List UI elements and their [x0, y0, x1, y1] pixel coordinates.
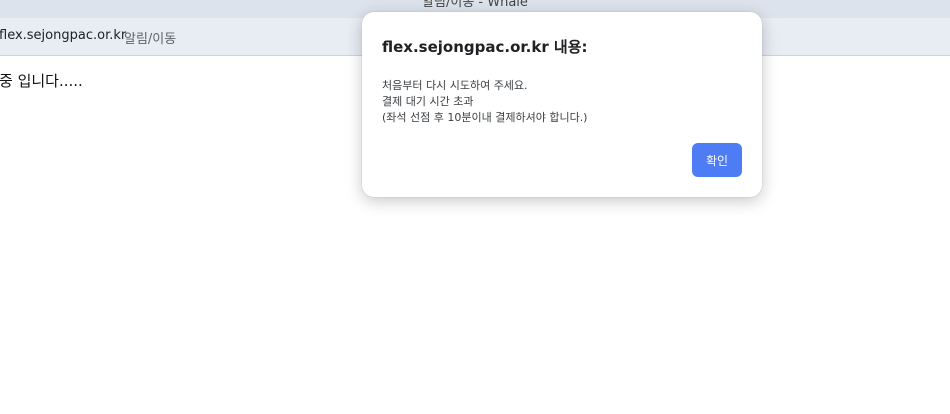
ok-button[interactable]: 확인: [692, 143, 742, 177]
dialog-message-line: 결제 대기 시간 초과: [382, 95, 474, 108]
dialog-title: flex.sejongpac.or.kr 내용:: [382, 38, 588, 56]
dialog-message-line: 처음부터 다시 시도하여 주세요.: [382, 79, 528, 92]
page-loading-text: 중 입니다.....: [0, 72, 83, 90]
address-page-title: 알림/이동: [124, 32, 177, 47]
window-title: 알림/이동 - Whale: [422, 0, 528, 10]
address-domain[interactable]: flex.sejongpac.or.kr: [0, 28, 126, 43]
dialog-message-line: (좌석 선점 후 10분이내 결제하셔야 합니다.): [382, 111, 588, 124]
browser-window: 알림/이동 - Whale flex.sejongpac.or.kr 알림/이동…: [0, 0, 950, 414]
alert-dialog: flex.sejongpac.or.kr 내용: 처음부터 다시 시도하여 주세…: [362, 12, 762, 197]
dialog-message: 처음부터 다시 시도하여 주세요. 결제 대기 시간 초과 (좌석 선점 후 1…: [382, 78, 587, 126]
